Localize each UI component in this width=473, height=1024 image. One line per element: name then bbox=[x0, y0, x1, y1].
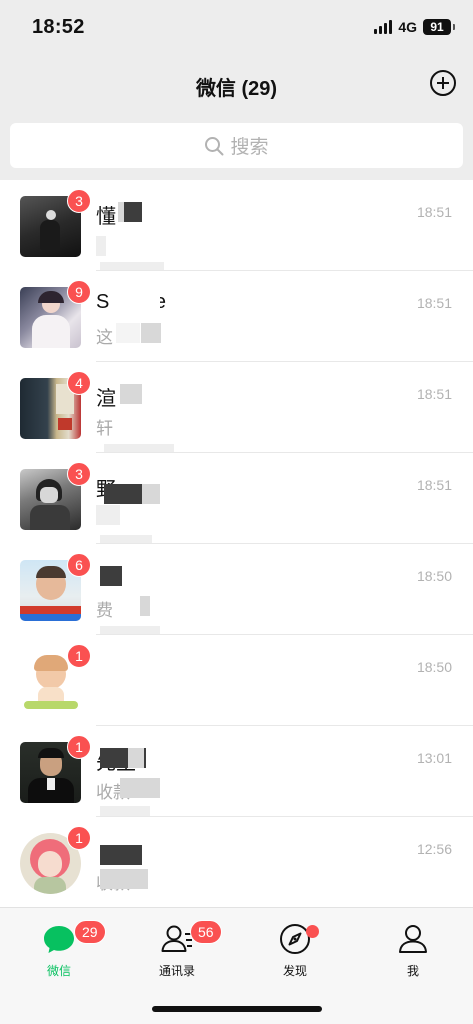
redaction bbox=[128, 748, 144, 768]
search-placeholder: 搜索 bbox=[230, 137, 269, 158]
unread-badge: 1 bbox=[67, 826, 91, 850]
chat-item[interactable]: 1 18:50 bbox=[0, 635, 473, 726]
page-title: 微信 (29) bbox=[195, 78, 278, 100]
unread-badge: 4 bbox=[67, 371, 91, 395]
nav-header: 微信 (29) bbox=[0, 58, 473, 112]
unread-badge: 3 bbox=[67, 189, 91, 213]
notification-dot bbox=[306, 925, 319, 938]
home-indicator bbox=[152, 1006, 322, 1012]
redaction bbox=[140, 596, 150, 616]
unread-badge: 9 bbox=[67, 280, 91, 304]
chat-time: 12:56 bbox=[416, 841, 452, 857]
tab-me[interactable]: 我 bbox=[354, 918, 472, 982]
contacts-icon bbox=[161, 925, 192, 952]
redaction bbox=[142, 484, 160, 504]
tab-label: 微信 bbox=[46, 964, 71, 978]
search-icon bbox=[205, 136, 224, 155]
chat-time: 18:51 bbox=[416, 204, 452, 220]
chat-item[interactable]: 4 渲 18:51 轩 bbox=[0, 362, 473, 460]
chat-name: 懂 bbox=[96, 206, 116, 228]
tab-badge: 29 bbox=[74, 920, 106, 944]
redaction bbox=[96, 236, 106, 256]
redaction bbox=[96, 505, 120, 525]
chat-name: 渲 bbox=[96, 388, 116, 410]
tab-contacts[interactable]: 通讯录 56 bbox=[118, 918, 236, 982]
battery-icon: 91 bbox=[423, 19, 455, 35]
chat-time: 18:51 bbox=[416, 386, 452, 402]
person-icon bbox=[399, 925, 427, 953]
tab-chats[interactable]: 微信 29 bbox=[0, 918, 118, 982]
chat-item[interactable]: 1 先生 13:01 收款 bbox=[0, 726, 473, 822]
chat-time: 18:51 bbox=[416, 477, 452, 493]
chat-time: 13:01 bbox=[416, 750, 452, 766]
unread-badge: 1 bbox=[67, 644, 91, 668]
battery-level: 91 bbox=[430, 20, 444, 34]
status-indicators: 4G 91 bbox=[374, 19, 455, 35]
status-time: 18:52 bbox=[32, 16, 85, 38]
unread-badge: 1 bbox=[67, 735, 91, 759]
chat-time: 18:50 bbox=[416, 659, 452, 675]
redaction bbox=[120, 778, 160, 798]
tab-discover[interactable]: 发现 bbox=[236, 918, 354, 982]
chat-time: 18:51 bbox=[416, 295, 452, 311]
tab-badge: 56 bbox=[190, 920, 222, 944]
redaction bbox=[110, 291, 160, 317]
chat-time: 18:50 bbox=[416, 568, 452, 584]
redaction bbox=[100, 845, 142, 865]
redaction bbox=[104, 484, 142, 504]
tab-label: 发现 bbox=[282, 964, 307, 978]
add-plus-icon[interactable] bbox=[430, 70, 456, 96]
unread-badge: 3 bbox=[67, 462, 91, 486]
status-bar: 18:52 4G 91 bbox=[0, 0, 473, 58]
redaction bbox=[141, 323, 161, 343]
chat-preview: 这 bbox=[96, 328, 113, 347]
chat-item[interactable]: 1 12:56 收款 bbox=[0, 817, 473, 907]
chat-bubble-icon bbox=[44, 926, 74, 953]
chat-item[interactable]: 3 懂 18:51 bbox=[0, 180, 473, 280]
chat-list: 3 懂 18:51 9 S White 18:51 这 4 渲 18: bbox=[0, 180, 473, 907]
chat-item[interactable]: 3 野 18:51 bbox=[0, 453, 473, 551]
chat-item[interactable]: 6 18:50 费 bbox=[0, 544, 473, 642]
redaction bbox=[120, 384, 142, 404]
redaction bbox=[116, 323, 140, 343]
redaction bbox=[100, 566, 122, 586]
redaction bbox=[118, 202, 124, 222]
tab-label: 通讯录 bbox=[158, 964, 195, 978]
redaction bbox=[100, 869, 148, 889]
chat-item[interactable]: 9 S White 18:51 这 bbox=[0, 271, 473, 362]
tab-label: 我 bbox=[406, 964, 419, 978]
signal-icon bbox=[374, 20, 393, 34]
chat-preview: 费 bbox=[96, 601, 113, 620]
chat-preview: 轩 bbox=[96, 419, 113, 438]
search-input[interactable]: 搜索 bbox=[10, 123, 463, 168]
unread-badge: 6 bbox=[67, 553, 91, 577]
network-type: 4G bbox=[398, 19, 417, 35]
